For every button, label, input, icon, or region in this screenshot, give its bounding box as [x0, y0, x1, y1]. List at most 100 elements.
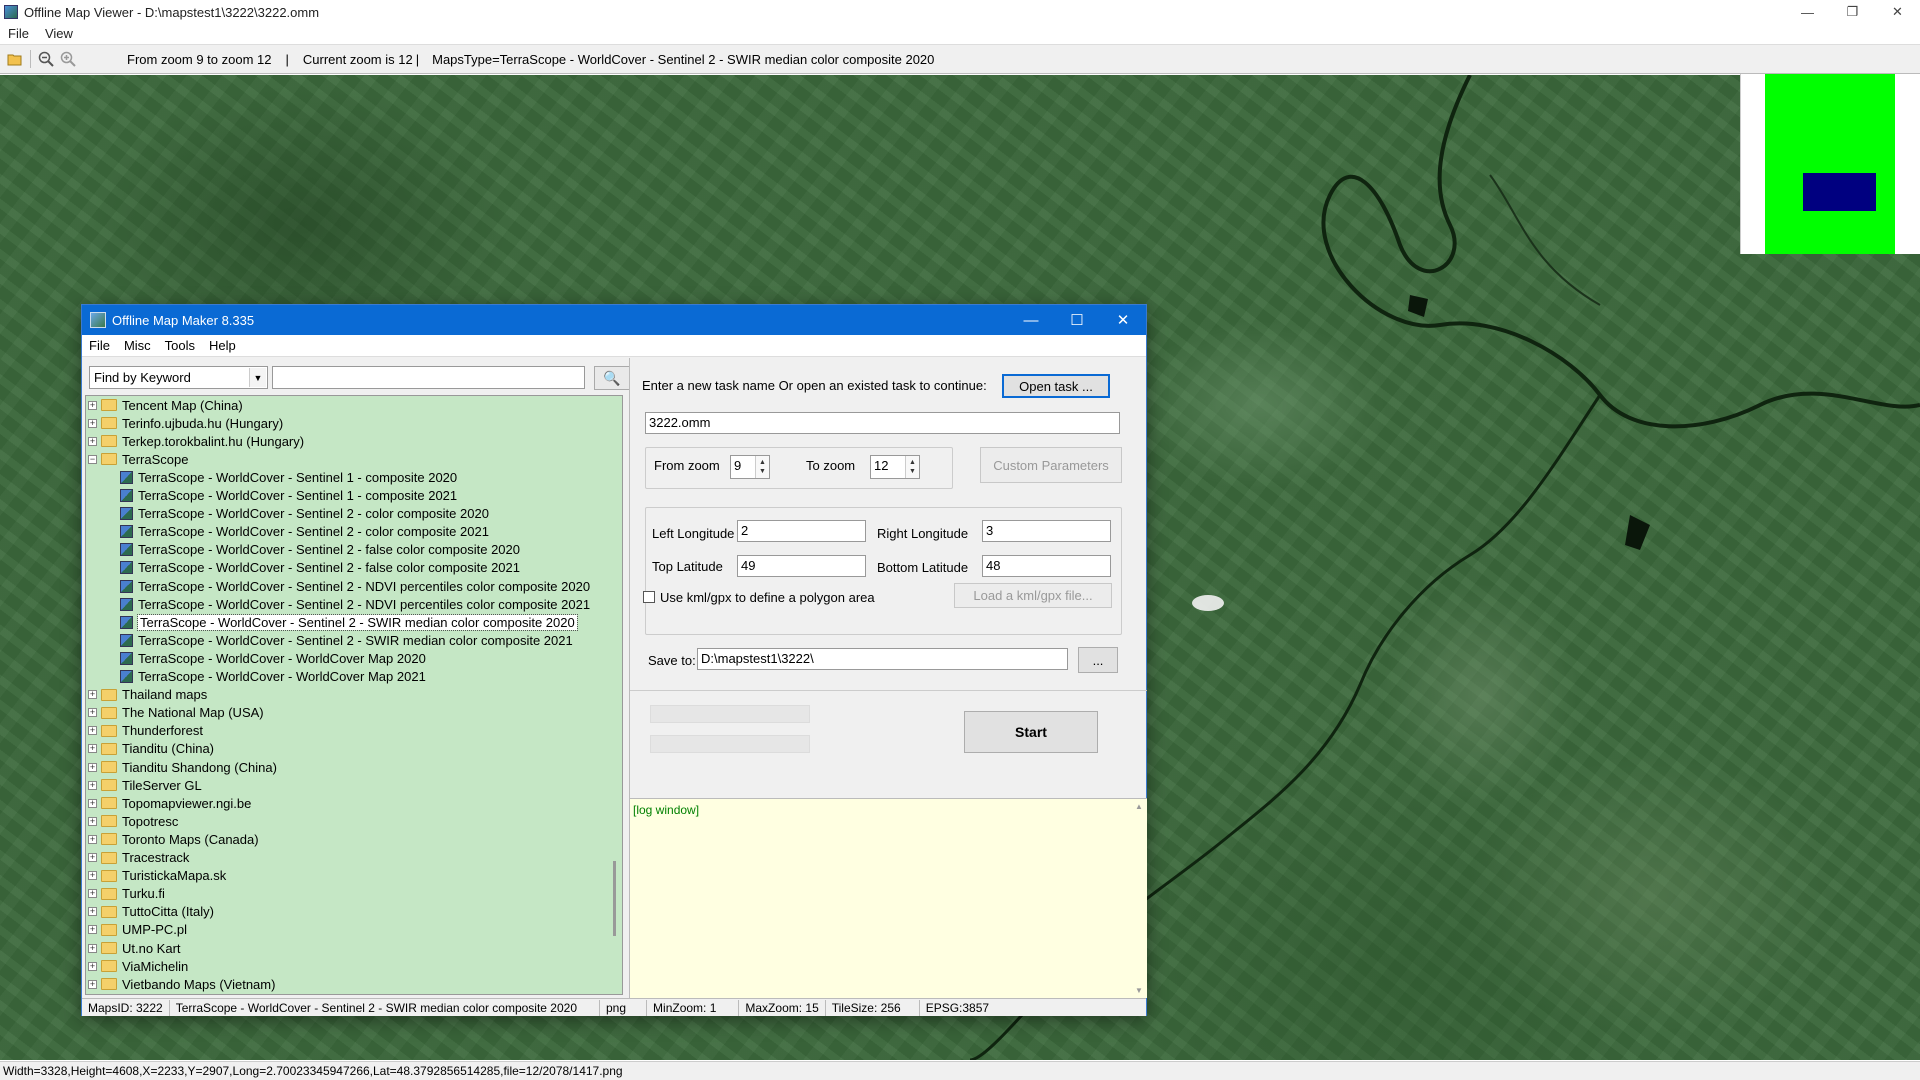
spin-up-icon[interactable]: ▲	[909, 458, 916, 467]
spin-down-icon[interactable]: ▼	[759, 467, 766, 476]
tree-folder-node[interactable]: + Toronto Maps (Canada)	[86, 830, 259, 848]
dialog-maximize-button[interactable]: ☐	[1054, 305, 1100, 335]
tree-map-node[interactable]: TerraScope - WorldCover - Sentinel 2 - N…	[86, 595, 590, 613]
tree-folder-node[interactable]: + ViaMichelin	[86, 957, 188, 975]
tree-map-node[interactable]: TerraScope - WorldCover - WorldCover Map…	[86, 668, 426, 686]
dialog-menu-tools[interactable]: Tools	[158, 338, 202, 353]
log-window[interactable]: [log window] ▲ ▼	[630, 798, 1147, 998]
tree-folder-node[interactable]: + Thunderforest	[86, 722, 203, 740]
menu-file[interactable]: File	[0, 26, 37, 41]
expand-icon[interactable]: +	[88, 907, 97, 917]
tree-folder-node[interactable]: + TuristickaMapa.sk	[86, 867, 226, 885]
tree-map-node[interactable]: TerraScope - WorldCover - Sentinel 2 - N…	[86, 577, 590, 595]
minimap[interactable]	[1740, 74, 1920, 254]
tree-folder-node[interactable]: + UMP-PC.pl	[86, 921, 187, 939]
spin-down-icon[interactable]: ▼	[909, 467, 916, 476]
expand-icon[interactable]: +	[88, 871, 97, 881]
expand-icon[interactable]: +	[88, 943, 97, 953]
menu-view[interactable]: View	[37, 26, 81, 41]
expand-icon[interactable]: +	[88, 853, 97, 862]
expand-icon[interactable]: +	[88, 762, 97, 772]
save-path-input[interactable]: D:\mapstest1\3222\	[697, 648, 1068, 670]
tree-folder-node[interactable]: + Tracestrack	[86, 849, 189, 867]
search-mode-select[interactable]: Find by Keyword ▼	[89, 366, 268, 389]
expand-icon[interactable]: +	[88, 708, 97, 718]
tree-folder-node[interactable]: + TileServer GL	[86, 776, 202, 794]
right-longitude-input[interactable]: 3	[982, 520, 1111, 542]
tree-folder-node[interactable]: + Turku.fi	[86, 885, 165, 903]
dialog-minimize-button[interactable]: —	[1008, 305, 1054, 335]
expand-icon[interactable]: +	[88, 690, 97, 700]
keyword-input[interactable]	[272, 366, 585, 389]
expand-icon[interactable]: +	[88, 436, 97, 446]
log-scrollbar[interactable]: ▲ ▼	[1133, 799, 1147, 998]
expand-icon[interactable]: +	[88, 780, 97, 790]
tree-folder-node[interactable]: + TuttoCitta (Italy)	[86, 903, 214, 921]
dialog-close-button[interactable]: ✕	[1100, 305, 1146, 335]
from-zoom-stepper[interactable]: ▲ ▼	[755, 456, 769, 478]
chevron-down-icon[interactable]: ▼	[249, 368, 266, 387]
collapse-icon[interactable]: −	[88, 454, 97, 464]
tree-folder-node[interactable]: + Ut.no Kart	[86, 939, 181, 957]
expand-icon[interactable]: +	[88, 418, 97, 428]
tree-folder-node[interactable]: + Tianditu Shandong (China)	[86, 758, 277, 776]
expand-icon[interactable]: +	[88, 798, 97, 808]
top-latitude-input[interactable]: 49	[737, 555, 866, 577]
tree-map-node[interactable]: TerraScope - WorldCover - Sentinel 1 - c…	[86, 487, 457, 505]
expand-icon[interactable]: +	[88, 744, 97, 754]
tree-map-node[interactable]: TerraScope - WorldCover - Sentinel 2 - f…	[86, 541, 520, 559]
dialog-menu-misc[interactable]: Misc	[117, 338, 158, 353]
tree-folder-node[interactable]: + Topomapviewer.ngi.be	[86, 794, 251, 812]
tree-map-node[interactable]: TerraScope - WorldCover - Sentinel 2 - f…	[86, 559, 520, 577]
tree-map-node[interactable]: TerraScope - WorldCover - Sentinel 2 - c…	[86, 523, 489, 541]
tree-folder-node[interactable]: + The National Map (USA)	[86, 704, 264, 722]
zoom-out-icon[interactable]	[35, 48, 57, 70]
bottom-latitude-input[interactable]: 48	[982, 555, 1111, 577]
dialog-menu-file[interactable]: File	[82, 338, 117, 353]
open-task-button[interactable]: Open task ...	[1002, 374, 1110, 398]
maximize-button[interactable]: ❐	[1830, 0, 1875, 24]
tree-folder-node[interactable]: + Topotresc	[86, 812, 178, 830]
custom-parameters-button[interactable]: Custom Parameters	[980, 447, 1122, 483]
start-button[interactable]: Start	[964, 711, 1098, 753]
spin-up-icon[interactable]: ▲	[759, 458, 766, 467]
tree-map-node[interactable]: TerraScope - WorldCover - Sentinel 2 - c…	[86, 505, 489, 523]
tree-folder-node[interactable]: − TerraScope	[86, 450, 188, 468]
scroll-up-icon[interactable]: ▲	[1135, 802, 1143, 811]
tree-scroll-thumb[interactable]	[613, 861, 616, 936]
tree-folder-node[interactable]: + Tianditu (China)	[86, 740, 214, 758]
close-button[interactable]: ✕	[1875, 0, 1920, 24]
tree-map-node[interactable]: TerraScope - WorldCover - WorldCover Map…	[86, 649, 426, 667]
tree-map-node[interactable]: TerraScope - WorldCover - Sentinel 1 - c…	[86, 468, 457, 486]
zoom-in-icon[interactable]	[57, 48, 79, 70]
browse-button[interactable]: ...	[1078, 647, 1118, 673]
load-kml-button[interactable]: Load a kml/gpx file...	[954, 583, 1112, 608]
task-name-input[interactable]: 3222.omm	[645, 412, 1120, 434]
open-folder-icon[interactable]	[4, 48, 26, 70]
tree-map-node[interactable]: TerraScope - WorldCover - Sentinel 2 - S…	[86, 613, 578, 631]
to-zoom-stepper[interactable]: ▲ ▼	[905, 456, 919, 478]
expand-icon[interactable]: +	[88, 961, 97, 971]
tree-map-node[interactable]: TerraScope - WorldCover - Sentinel 2 - S…	[86, 631, 573, 649]
expand-icon[interactable]: +	[88, 834, 97, 844]
scroll-down-icon[interactable]: ▼	[1135, 986, 1143, 995]
map-tree[interactable]: + Tencent Map (China) + Terinfo.ujbuda.hu (…	[85, 395, 623, 995]
expand-icon[interactable]: +	[88, 726, 97, 736]
dialog-menu-help[interactable]: Help	[202, 338, 243, 353]
search-button[interactable]: 🔍	[594, 366, 630, 390]
tree-folder-node[interactable]: + Tencent Map (China)	[86, 396, 243, 414]
expand-icon[interactable]: +	[88, 979, 97, 989]
minimize-button[interactable]: —	[1785, 0, 1830, 24]
tree-folder-node[interactable]: + Thailand maps	[86, 686, 207, 704]
tree-folder-node[interactable]: + Terkep.torokbalint.hu (Hungary)	[86, 432, 304, 450]
kml-checkbox[interactable]	[643, 591, 655, 603]
expand-icon[interactable]: +	[88, 889, 97, 899]
left-longitude-input[interactable]: 2	[737, 520, 866, 542]
tree-scrollbar[interactable]	[608, 396, 622, 994]
expand-icon[interactable]: +	[88, 925, 97, 935]
tree-folder-node[interactable]: + Vietbando Maps (Vietnam)	[86, 975, 275, 993]
minimap-viewport[interactable]	[1803, 173, 1876, 211]
expand-icon[interactable]: +	[88, 816, 97, 826]
tree-folder-node[interactable]: + Terinfo.ujbuda.hu (Hungary)	[86, 414, 283, 432]
expand-icon[interactable]: +	[88, 400, 97, 410]
